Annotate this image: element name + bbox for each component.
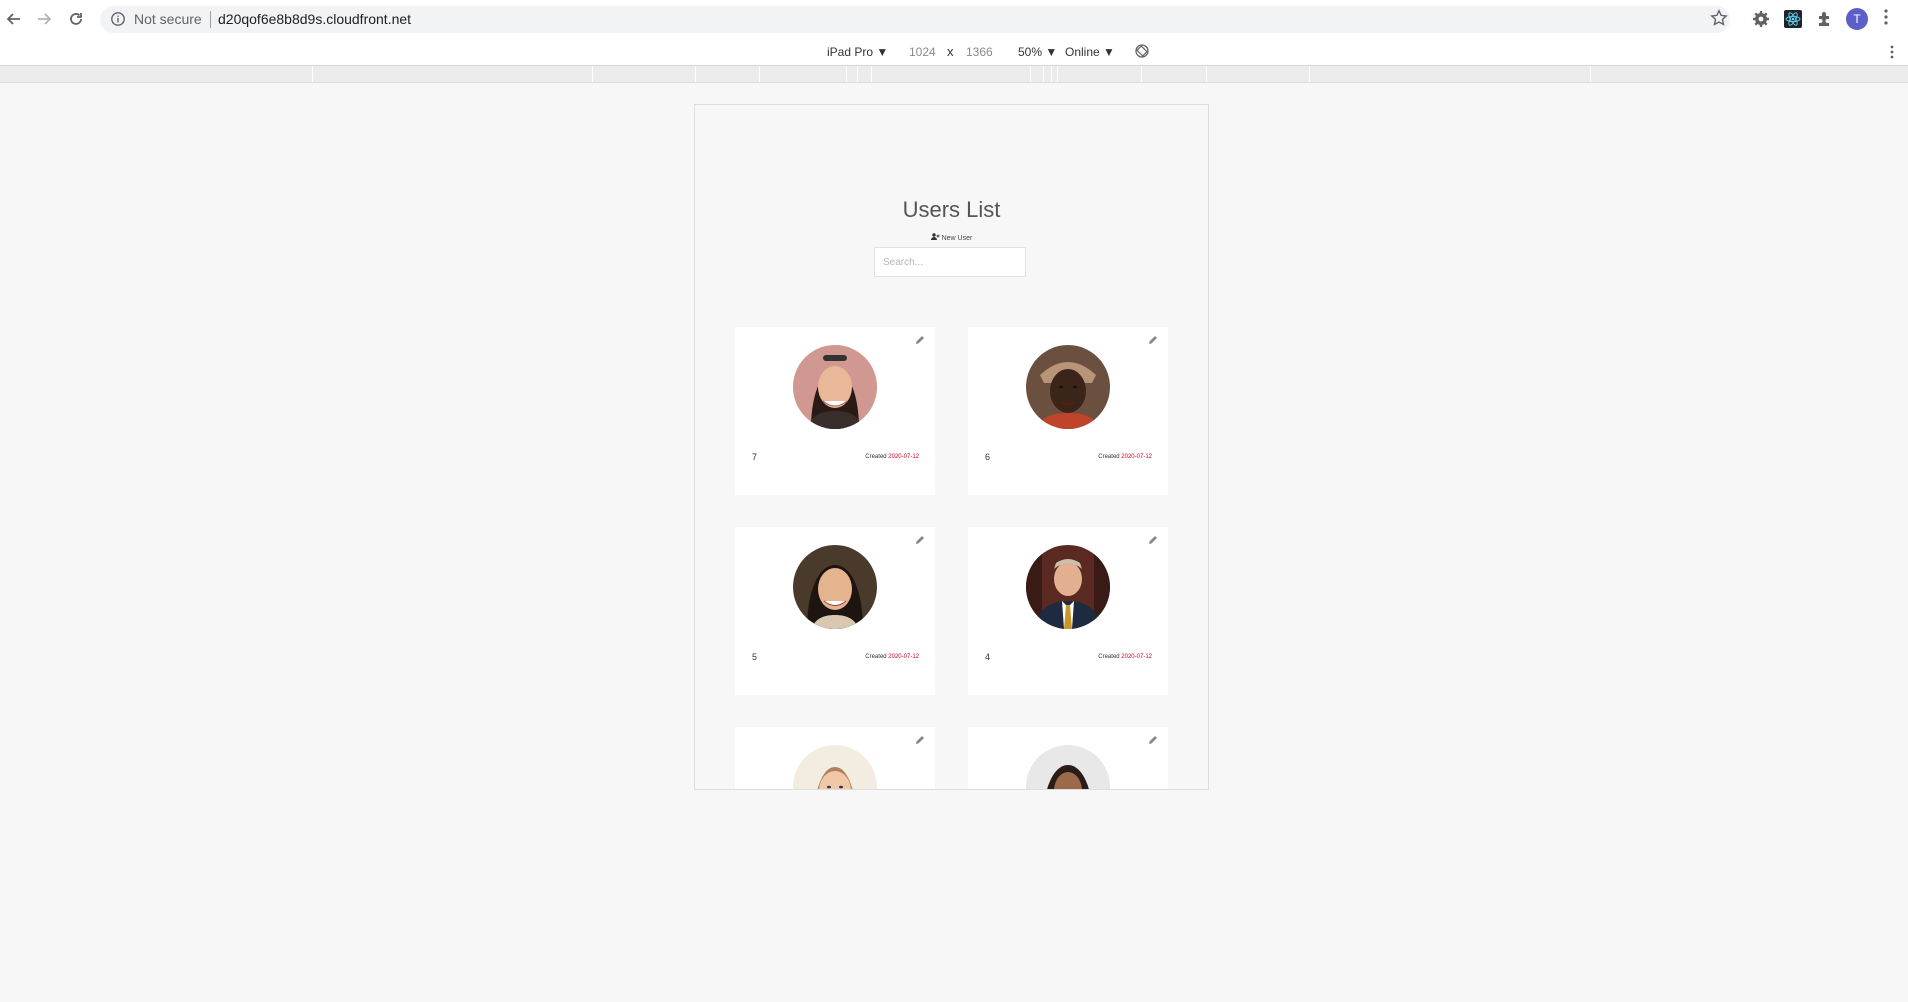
arrow-left-icon [6,13,20,25]
media-query-marker [1043,66,1044,82]
created-date: 2020-07-12 [1121,454,1152,460]
user-card[interactable] [735,727,935,789]
pencil-icon[interactable] [915,735,925,745]
network-label: Online [1065,45,1100,59]
page-title: Users List [902,197,1001,222]
media-query-marker [857,66,858,82]
security-label: Not secure [134,11,202,27]
media-query-marker [1309,66,1310,82]
media-query-marker [759,66,760,82]
extension-gear-button[interactable] [1750,8,1772,30]
media-query-marker [1051,66,1052,82]
created-label: Created [1098,454,1120,460]
forward-button[interactable] [32,7,56,31]
info-icon[interactable] [110,11,126,27]
url-text[interactable]: d20qof6e8b8d9s.cloudfront.net [218,11,411,27]
media-query-marker [312,66,313,82]
media-query-marker [1206,66,1207,82]
device-viewport: Users List New User 7 Created 2020-07-12… [694,104,1209,790]
pencil-icon[interactable] [1148,335,1158,345]
rotate-icon[interactable] [1134,43,1150,59]
created-label: Created [865,654,887,660]
user-id: 7 [752,452,758,462]
profile-avatar[interactable]: T [1846,8,1868,30]
zoom-select[interactable]: 50% ▼ [1018,45,1057,59]
more-vert-icon[interactable] [1884,9,1888,25]
new-user-label: New User [941,235,973,242]
created-info: Created 2020-07-12 [865,654,919,660]
height-field[interactable]: 1366 [966,45,993,59]
user-card[interactable]: 4 Created 2020-07-12 [968,527,1168,695]
react-devtools-button[interactable] [1782,8,1804,30]
created-label: Created [1098,654,1120,660]
created-date: 2020-07-12 [1121,654,1152,660]
bookmark-star-icon[interactable] [1710,9,1728,27]
media-query-marker [1057,66,1058,82]
user-id: 6 [985,452,991,462]
add-user-icon [930,233,940,240]
media-query-marker [1590,66,1591,82]
width-field[interactable]: 1024 [909,45,936,59]
user-avatar [793,545,877,629]
pencil-icon[interactable] [915,535,925,545]
user-card[interactable]: 6 Created 2020-07-12 [968,327,1168,495]
puzzle-icon [1819,12,1829,26]
address-bar[interactable]: Not secure d20qof6e8b8d9s.cloudfront.net [100,6,1730,33]
media-query-bar[interactable] [0,66,1908,83]
media-query-marker [1030,66,1031,82]
device-toolbar: iPad Pro ▼ 1024 x 1366 50% ▼ Online ▼ [0,38,1908,66]
user-id: 4 [985,652,991,662]
media-query-marker [695,66,696,82]
reload-icon [70,13,82,25]
media-query-marker [846,66,847,82]
pencil-icon[interactable] [915,335,925,345]
browser-toolbar: Not secure d20qof6e8b8d9s.cloudfront.net… [0,0,1908,39]
gear-icon [1753,11,1769,27]
user-card[interactable]: 5 Created 2020-07-12 [735,527,935,695]
zoom-label: 50% [1018,45,1043,59]
network-select[interactable]: Online ▼ [1065,45,1115,59]
new-user-button[interactable]: New User [695,233,1208,242]
created-info: Created 2020-07-12 [1098,454,1152,460]
created-info: Created 2020-07-12 [865,454,919,460]
pencil-icon[interactable] [1148,535,1158,545]
user-avatar [1026,345,1110,429]
user-avatar [793,345,877,429]
react-icon [1784,10,1802,28]
back-button[interactable] [2,7,26,31]
caret-down-icon: ▼ [1103,45,1115,59]
media-query-marker [592,66,593,82]
created-date: 2020-07-12 [888,454,919,460]
reload-button[interactable] [64,7,88,31]
search-input[interactable] [874,247,1026,277]
arrow-right-icon [38,13,52,25]
pencil-icon[interactable] [1148,735,1158,745]
caret-down-icon: ▼ [876,45,889,59]
dimension-separator: x [947,44,954,59]
user-avatar [793,745,877,789]
media-query-marker [871,66,872,82]
user-id: 5 [752,652,758,662]
user-card[interactable] [968,727,1168,789]
more-vert-icon[interactable] [1890,45,1894,59]
created-date: 2020-07-12 [888,654,919,660]
user-card[interactable]: 7 Created 2020-07-12 [735,327,935,495]
user-avatar [1026,545,1110,629]
user-avatar [1026,745,1110,789]
extensions-button[interactable] [1814,8,1836,30]
media-query-marker [1141,66,1142,82]
created-label: Created [865,454,887,460]
device-select[interactable]: iPad Pro ▼ [827,45,888,59]
device-label: iPad Pro [827,45,874,59]
omnibox-divider [210,11,211,28]
created-info: Created 2020-07-12 [1098,654,1152,660]
caret-down-icon: ▼ [1045,45,1058,59]
